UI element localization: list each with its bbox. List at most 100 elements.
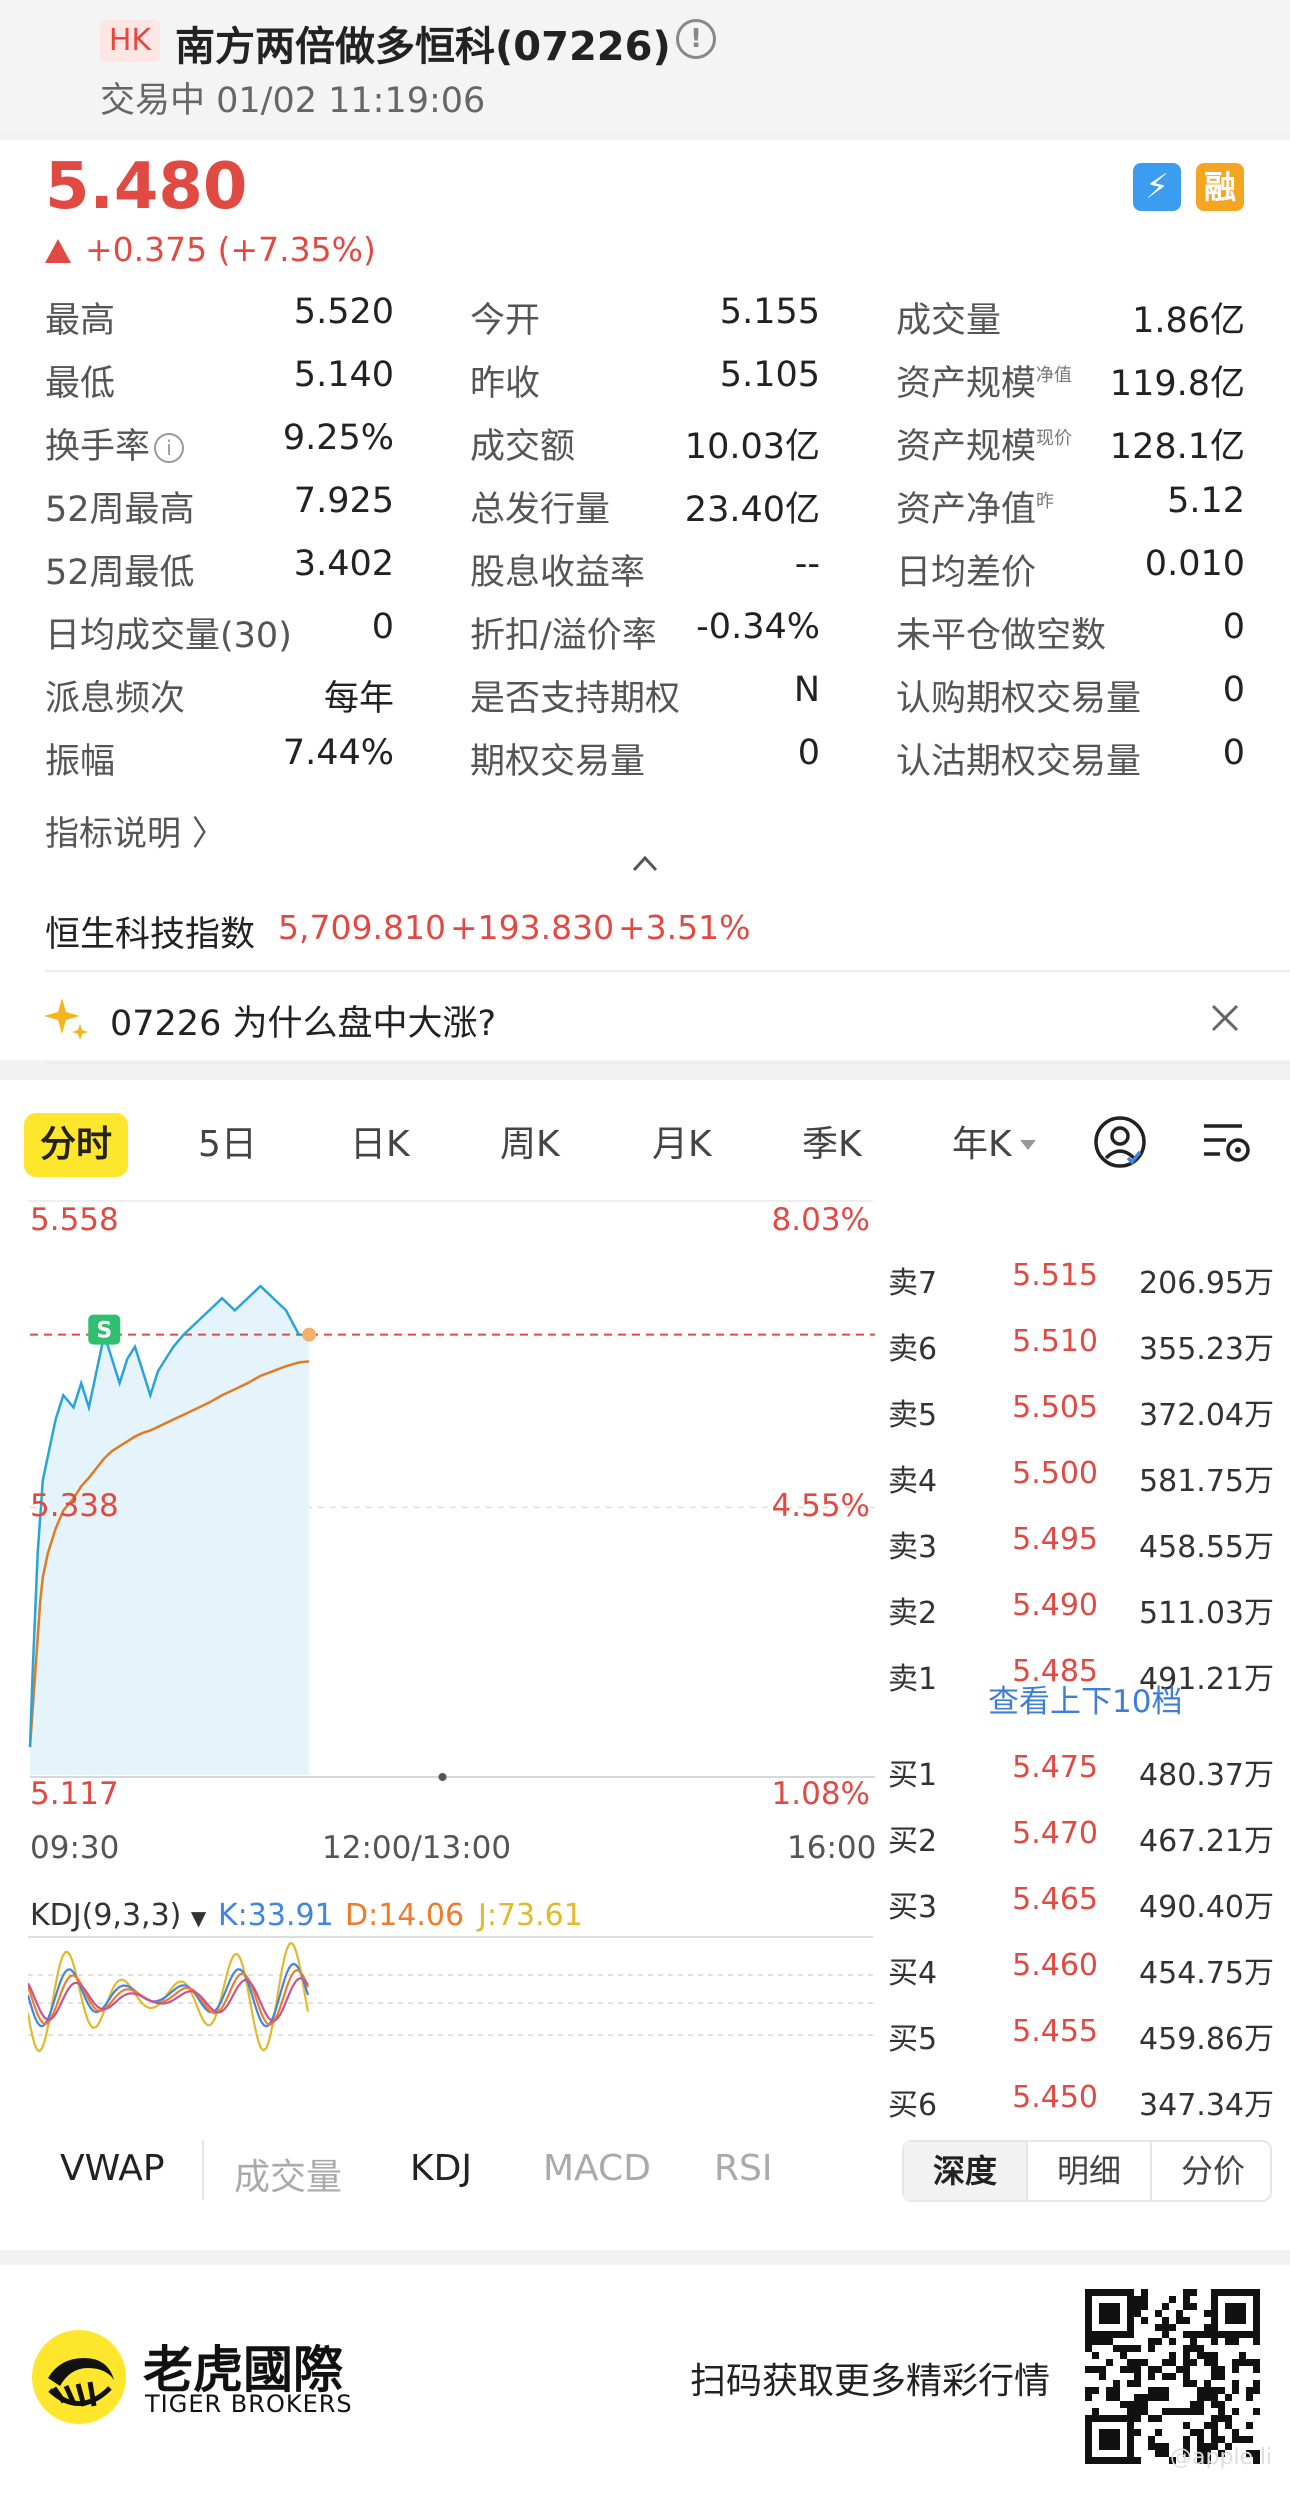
info-icon[interactable]: i <box>154 433 185 463</box>
tab-intraday[interactable]: 分时 <box>24 1113 129 1177</box>
qr-module <box>1197 2408 1204 2415</box>
stat-label-text: 折扣/溢价率 <box>470 616 657 656</box>
tab-weekly-k[interactable]: 周K <box>500 1113 560 1177</box>
bid-row[interactable]: 买3 5.465 490.40万 <box>880 1876 1280 1936</box>
ask-row[interactable]: 卖2 5.490 511.03万 <box>880 1582 1280 1642</box>
x-axis-midday: 12:00/13:00 <box>322 1830 512 1866</box>
stat-value: 0 <box>1222 733 1245 773</box>
qr-finder-inner <box>1099 2429 1120 2450</box>
qr-module <box>1134 2303 1141 2310</box>
user-settings-icon[interactable] <box>1092 1114 1148 1170</box>
qr-module <box>1120 2345 1127 2352</box>
price-change-text: +0.375 (+7.35%) <box>85 230 376 269</box>
qr-module <box>1141 2296 1148 2303</box>
stat-value: 5.520 <box>293 292 394 332</box>
qr-module <box>1232 2429 1239 2436</box>
stat-value: -- <box>794 544 820 584</box>
ask-row[interactable]: 卖4 5.500 581.75万 <box>880 1450 1280 1510</box>
level-label: 卖5 <box>888 1398 938 1433</box>
level-label: 卖7 <box>888 1266 938 1301</box>
qr-module <box>1232 2387 1239 2394</box>
close-icon[interactable] <box>1205 998 1245 1038</box>
bid-row[interactable]: 买1 5.475 480.37万 <box>880 1744 1280 1804</box>
stat-value: 3.402 <box>293 544 394 584</box>
tab-quarterly-k[interactable]: 季K <box>802 1113 862 1177</box>
qr-code-icon[interactable] <box>1084 2288 1260 2464</box>
stat-label-text: 成交量 <box>896 301 1002 341</box>
ask-row[interactable]: 卖6 5.510 355.23万 <box>880 1318 1280 1378</box>
qr-module <box>1162 2331 1169 2338</box>
ask-row[interactable]: 卖7 5.515 206.95万 <box>880 1252 1280 1312</box>
level-price: 5.475 <box>1012 1750 1098 1785</box>
ai-question-link[interactable]: 07226 为什么盘中大涨? <box>110 995 496 1046</box>
stat-label: 日均差价 <box>896 544 1036 595</box>
stat-value: 128.1亿 <box>1109 427 1245 467</box>
stat-value: 0 <box>797 733 820 773</box>
qr-module <box>1197 2401 1204 2408</box>
qr-module <box>1148 2345 1155 2352</box>
stat-label: 总发行量 <box>470 481 610 532</box>
indicator-explain-link[interactable]: 指标说明 〉 <box>45 806 226 855</box>
tab-yearly-k[interactable]: 年K <box>952 1113 1036 1177</box>
indicator-tab-volume[interactable]: 成交量 <box>234 2148 342 2200</box>
qr-module <box>1183 2345 1190 2352</box>
kdj-d-value: D:14.06 <box>345 1898 465 1933</box>
qr-module <box>1197 2387 1204 2394</box>
qr-module <box>1120 2366 1127 2373</box>
qr-module <box>1253 2366 1260 2373</box>
view-more-levels-link[interactable]: 查看上下10档 <box>988 1676 1182 1721</box>
qr-module <box>1085 2338 1092 2345</box>
level-price: 5.510 <box>1012 1324 1098 1359</box>
stat-value: 5.12 <box>1167 481 1245 521</box>
seg-price-levels[interactable]: 分价 <box>1152 2142 1274 2200</box>
stat-label: 资产净值昨 <box>896 481 1054 532</box>
margin-badge[interactable]: 融 <box>1196 163 1244 211</box>
qr-module <box>1127 2401 1134 2408</box>
stat-label: 股息收益率 <box>470 544 645 595</box>
chart-settings-icon[interactable] <box>1198 1114 1254 1170</box>
qr-module <box>1106 2338 1113 2345</box>
kdj-label[interactable]: KDJ(9,3,3) ▼ <box>30 1898 206 1933</box>
stat-value: 10.03亿 <box>684 427 820 467</box>
info-icon[interactable]: ! <box>676 19 716 59</box>
stat-label-text: 换手率 <box>45 427 151 467</box>
indicator-tab-rsi[interactable]: RSI <box>714 2148 772 2189</box>
qr-module <box>1106 2359 1113 2366</box>
indicator-tab-macd[interactable]: MACD <box>543 2148 651 2189</box>
bid-row[interactable]: 买2 5.470 467.21万 <box>880 1810 1280 1870</box>
qr-module <box>1197 2352 1204 2359</box>
qr-module <box>1239 2352 1246 2359</box>
bid-row[interactable]: 买4 5.460 454.75万 <box>880 1942 1280 2002</box>
bid-row[interactable]: 买5 5.455 459.86万 <box>880 2008 1280 2068</box>
qr-module <box>1085 2387 1092 2394</box>
qr-module <box>1134 2359 1141 2366</box>
level-volume: 458.55万 <box>1139 1530 1274 1565</box>
level-volume: 454.75万 <box>1139 1956 1274 1991</box>
index-name[interactable]: 恒生科技指数 <box>45 906 255 957</box>
qr-module <box>1183 2408 1190 2415</box>
ask-row[interactable]: 卖3 5.495 458.55万 <box>880 1516 1280 1576</box>
tab-daily-k[interactable]: 日K <box>350 1113 410 1177</box>
indicator-tab-vwap[interactable]: VWAP <box>60 2148 165 2189</box>
tab-5day[interactable]: 5日 <box>198 1113 257 1177</box>
indicator-tab-kdj[interactable]: KDJ <box>410 2148 472 2189</box>
watermark: @apple li <box>1170 2445 1273 2470</box>
qr-module <box>1225 2415 1232 2422</box>
qr-module <box>1204 2422 1211 2429</box>
seg-trades[interactable]: 明细 <box>1028 2142 1150 2200</box>
qr-module <box>1204 2310 1211 2317</box>
seg-depth[interactable]: 深度 <box>904 2142 1026 2200</box>
ask-row[interactable]: 卖5 5.505 372.04万 <box>880 1384 1280 1444</box>
qr-module <box>1204 2387 1211 2394</box>
x-axis-close: 16:00 <box>787 1830 877 1866</box>
collapse-chevron-icon[interactable] <box>630 848 660 878</box>
bid-row[interactable]: 买6 5.450 347.34万 <box>880 2074 1280 2134</box>
qr-module <box>1134 2401 1141 2408</box>
intraday-chart[interactable]: S <box>0 1200 880 1860</box>
qr-module <box>1148 2373 1155 2380</box>
level2-icon[interactable]: ⚡ <box>1133 163 1181 211</box>
qr-module <box>1148 2443 1155 2450</box>
stat-label: 换手率 i <box>45 418 185 469</box>
qr-module <box>1127 2366 1134 2373</box>
tab-monthly-k[interactable]: 月K <box>652 1113 712 1177</box>
